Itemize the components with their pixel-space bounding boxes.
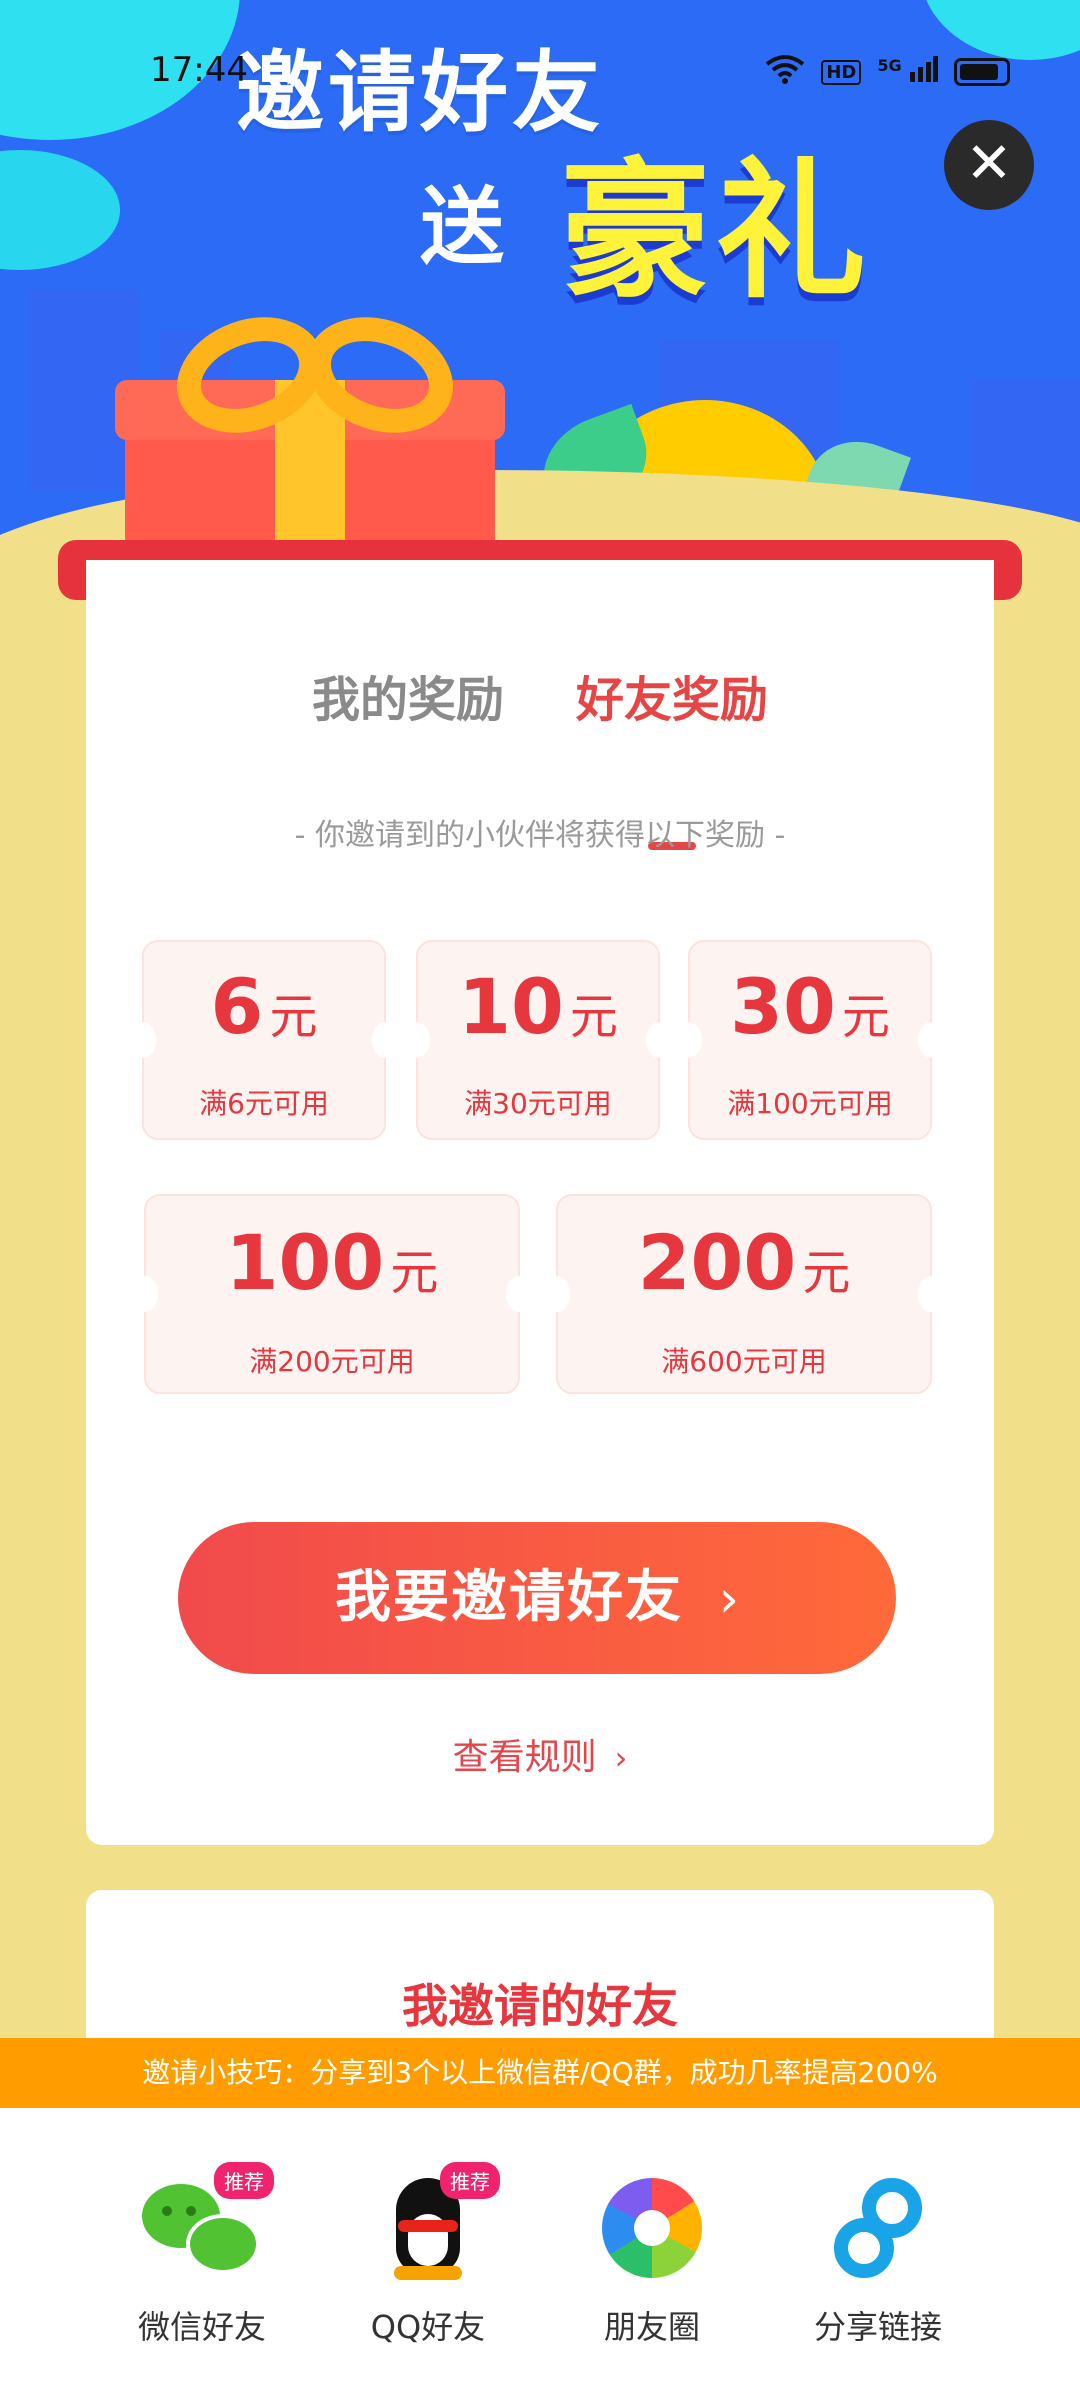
coupon-card: 10 元 满30元可用 bbox=[404, 940, 672, 1140]
share-qq-friends[interactable]: 推荐 QQ好友 bbox=[338, 2162, 518, 2374]
coupon-card: 200 元 满600元可用 bbox=[544, 1194, 944, 1394]
hero-subtitle-highlight: 豪礼 bbox=[560, 145, 873, 319]
coupon-condition: 满30元可用 bbox=[464, 1087, 612, 1120]
coupon-condition: 满6元可用 bbox=[199, 1087, 329, 1120]
coupon-card: 100 元 满200元可用 bbox=[132, 1194, 532, 1394]
reward-tabs: 我的奖励 好友奖励 bbox=[86, 660, 994, 850]
coupon-amount: 100 bbox=[225, 1218, 385, 1307]
recommend-badge: 推荐 bbox=[214, 2162, 274, 2199]
hero-building bbox=[970, 380, 1080, 520]
recommend-badge: 推荐 bbox=[440, 2162, 500, 2199]
wechat-icon: 推荐 bbox=[142, 2162, 274, 2284]
qq-icon: 推荐 bbox=[368, 2162, 500, 2284]
coupon-condition: 满200元可用 bbox=[249, 1345, 415, 1378]
share-label: 分享链接 bbox=[813, 2308, 942, 2346]
status-bar: 17:44 HD 5G bbox=[0, 40, 1080, 100]
tab-friend-rewards[interactable]: 好友奖励 bbox=[576, 660, 768, 730]
hero-bubble bbox=[0, 150, 120, 270]
coupon-card: 6元 满6元可用 bbox=[130, 940, 398, 1140]
reward-subtitle: - 你邀请到的小伙伴将获得以下奖励 - bbox=[294, 818, 786, 853]
share-label: 朋友圈 bbox=[603, 2308, 700, 2346]
wifi-icon bbox=[765, 54, 805, 90]
hero-subtitle-prefix: 送 bbox=[420, 178, 505, 276]
chevron-right-icon: › bbox=[719, 1570, 739, 1628]
coupon-condition: 满600元可用 bbox=[661, 1345, 827, 1378]
moments-icon bbox=[592, 2174, 712, 2284]
coupon-condition: 满100元可用 bbox=[727, 1087, 893, 1120]
invite-button-label: 我要邀请好友 bbox=[335, 1565, 683, 1630]
signal-5g-icon: 5G bbox=[877, 56, 938, 88]
share-label: 微信好友 bbox=[137, 2308, 266, 2346]
coupon-unit: 元 bbox=[569, 989, 618, 1045]
close-button[interactable]: ✕ bbox=[944, 120, 1034, 210]
coupon-unit: 元 bbox=[269, 989, 318, 1045]
reward-card: 我的奖励 好友奖励 - 你邀请到的小伙伴将获得以下奖励 - 6元 满6元可用 1… bbox=[86, 560, 994, 1845]
invited-friends-title: 我邀请的好友 bbox=[402, 1979, 678, 2033]
coupon-amount: 6 bbox=[210, 962, 264, 1051]
coupon-card: 30 元 满100元可用 bbox=[676, 940, 944, 1140]
invite-tip-bar: 邀请小技巧：分享到3个以上微信群/QQ群，成功几率提高200% bbox=[0, 2038, 1080, 2108]
coupon-unit: 元 bbox=[802, 1245, 851, 1301]
battery-icon bbox=[954, 58, 1010, 86]
share-link[interactable]: 分享链接 bbox=[788, 2174, 968, 2374]
share-moments[interactable]: 朋友圈 bbox=[562, 2174, 742, 2374]
coupon-unit: 元 bbox=[390, 1245, 439, 1301]
invite-friends-button[interactable]: 我要邀请好友 › bbox=[178, 1522, 896, 1674]
link-icon bbox=[818, 2174, 938, 2284]
tab-my-rewards[interactable]: 我的奖励 bbox=[312, 660, 504, 730]
network-label: 5G bbox=[877, 56, 902, 75]
share-bar: 推荐 微信好友 推荐 QQ好友 朋友圈 分享链接 bbox=[0, 2108, 1080, 2400]
chevron-right-icon: › bbox=[614, 1739, 628, 1777]
share-wechat-friends[interactable]: 推荐 微信好友 bbox=[112, 2162, 292, 2374]
status-time: 17:44 bbox=[150, 50, 248, 90]
coupon-amount: 10 bbox=[458, 962, 564, 1051]
view-rules-link[interactable]: 查看规则 › bbox=[86, 1728, 994, 1780]
share-label: QQ好友 bbox=[370, 2308, 486, 2346]
coupon-amount: 30 bbox=[730, 962, 836, 1051]
coupon-amount: 200 bbox=[637, 1218, 797, 1307]
coupon-unit: 元 bbox=[841, 989, 890, 1045]
status-icons: HD 5G bbox=[765, 54, 1010, 90]
hd-icon: HD bbox=[821, 59, 862, 85]
view-rules-label: 查看规则 bbox=[452, 1737, 597, 1778]
